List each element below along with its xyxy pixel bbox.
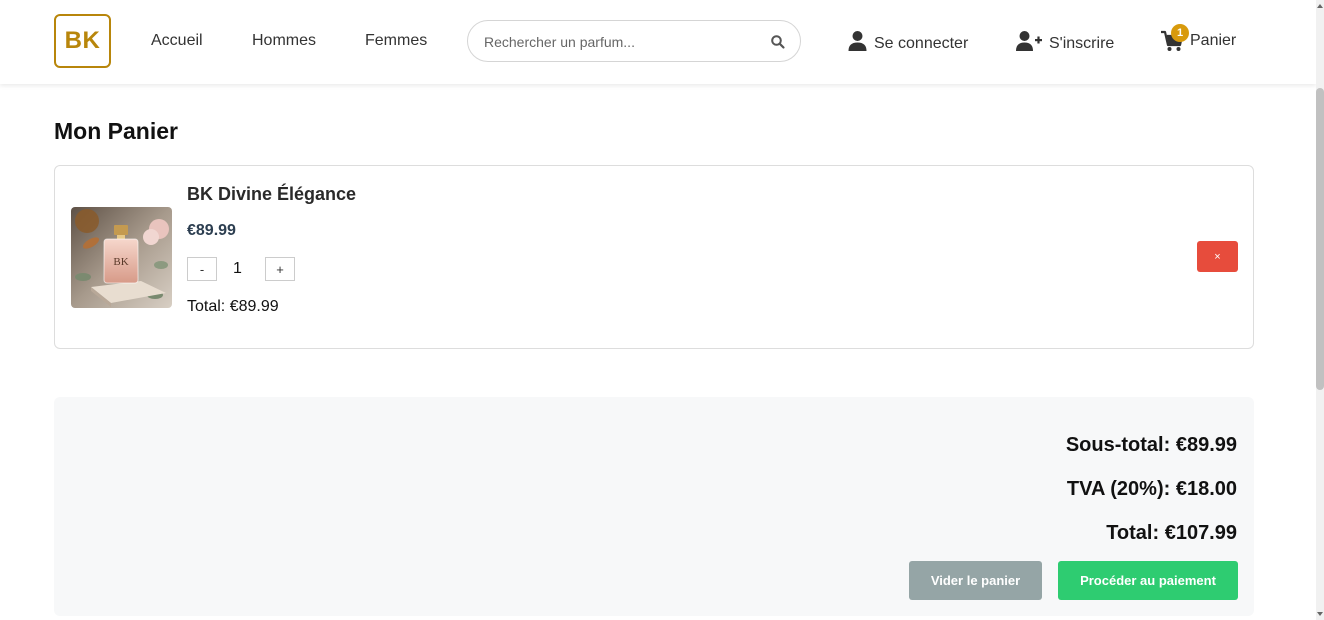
- scroll-up-arrow-icon[interactable]: [1317, 4, 1323, 8]
- login-label: Se connecter: [874, 34, 969, 52]
- product-name[interactable]: BK Divine Élégance: [187, 184, 356, 205]
- cart-summary: Sous-total: €89.99 TVA (20%): €18.00 Tot…: [54, 397, 1254, 616]
- signup-link[interactable]: S'inscrire: [1016, 30, 1114, 57]
- nav-link-femmes[interactable]: Femmes: [365, 32, 427, 50]
- logo[interactable]: BK: [54, 14, 111, 68]
- login-link[interactable]: Se connecter: [848, 30, 968, 57]
- search-icon[interactable]: [770, 34, 786, 50]
- scroll-down-arrow-icon[interactable]: [1317, 612, 1323, 616]
- cart-item: BK BK Divine Élégance €89.99 - 1 + Total…: [54, 165, 1254, 349]
- tax-line: TVA (20%): €18.00: [1066, 478, 1237, 500]
- nav-link-hommes[interactable]: Hommes: [252, 32, 316, 50]
- remove-item-button[interactable]: ×: [1197, 241, 1238, 272]
- user-plus-icon: [1016, 30, 1042, 57]
- product-image: BK: [71, 207, 172, 308]
- cart-link[interactable]: 1 Panier: [1160, 24, 1237, 52]
- item-total: Total: €89.99: [187, 298, 279, 315]
- site-header: BK Accueil Hommes Femmes Se connecter: [0, 0, 1316, 84]
- cart-label: Panier: [1190, 32, 1237, 49]
- signup-label: S'inscrire: [1049, 34, 1115, 52]
- scroll-thumb[interactable]: [1316, 88, 1324, 390]
- subtotal: Sous-total: €89.99: [1065, 434, 1237, 456]
- cart-count-badge: 1: [1171, 24, 1189, 42]
- increase-quantity-button[interactable]: +: [265, 257, 295, 281]
- page-scrollbar[interactable]: [1316, 0, 1324, 620]
- page-title: Mon Panier: [54, 118, 178, 144]
- user-icon: [848, 30, 867, 57]
- search-bar: [467, 20, 801, 62]
- decrease-quantity-button[interactable]: -: [187, 257, 217, 281]
- nav-link-accueil[interactable]: Accueil: [151, 32, 203, 50]
- cart-icon: 1: [1160, 24, 1189, 52]
- quantity-value: 1: [233, 260, 242, 277]
- product-price: €89.99: [187, 222, 236, 239]
- grand-total: Total: €107.99: [1106, 522, 1237, 544]
- checkout-button[interactable]: Procéder au paiement: [1058, 561, 1238, 600]
- search-input[interactable]: [484, 32, 764, 52]
- svg-text:BK: BK: [113, 256, 128, 268]
- clear-cart-button[interactable]: Vider le panier: [909, 561, 1042, 600]
